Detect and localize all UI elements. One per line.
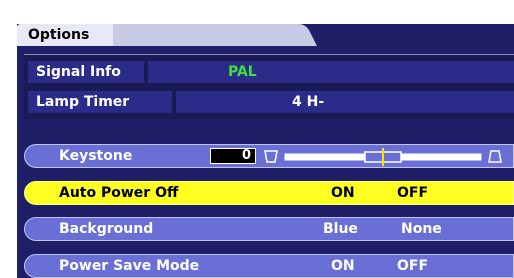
auto-power-off-on-option[interactable]: ON	[331, 182, 355, 204]
power-save-off-option[interactable]: OFF	[397, 255, 428, 277]
signal-info-value: PAL	[148, 61, 514, 83]
keystone-slider[interactable]	[263, 147, 503, 167]
lamp-timer-value: 4 H-	[176, 91, 514, 113]
menu-item-power-save-mode[interactable]: Power Save Mode ON OFF	[24, 254, 514, 278]
power-save-on-option[interactable]: ON	[331, 255, 355, 277]
background-none-option[interactable]: None	[401, 218, 442, 240]
keystone-narrow-bottom-icon	[488, 150, 502, 163]
options-tab[interactable]: Options	[17, 24, 317, 46]
menu-item-keystone[interactable]: Keystone 0	[24, 144, 514, 168]
signal-info-label: Signal Info	[28, 61, 144, 83]
auto-power-off-off-option[interactable]: OFF	[397, 182, 428, 204]
power-save-mode-label: Power Save Mode	[59, 258, 200, 274]
background-label: Background	[59, 221, 154, 237]
keystone-value: 0	[210, 148, 256, 164]
menu-item-background[interactable]: Background Blue None	[24, 217, 514, 241]
tab-label: Options	[28, 27, 90, 43]
info-section: Signal Info PAL Lamp Timer 4 H-	[24, 54, 514, 119]
lamp-timer-label: Lamp Timer	[28, 91, 172, 113]
keystone-label: Keystone	[59, 148, 133, 164]
auto-power-off-label: Auto Power Off	[59, 185, 179, 201]
keystone-narrow-top-icon	[264, 150, 278, 163]
menu-item-auto-power-off[interactable]: Auto Power Off ON OFF	[24, 181, 514, 205]
background-blue-option[interactable]: Blue	[323, 218, 358, 240]
